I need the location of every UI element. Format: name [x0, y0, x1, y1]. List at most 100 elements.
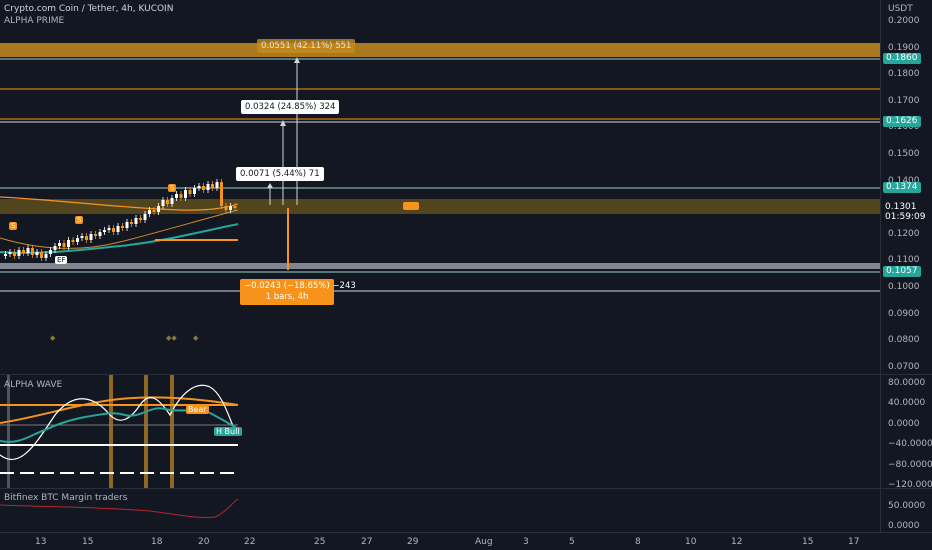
- time-label: 18: [151, 537, 163, 547]
- time-label: 27: [361, 537, 373, 547]
- margin-traders-title[interactable]: Bitfinex BTC Margin traders: [4, 493, 127, 503]
- target-2-label: 0.0324 (24.85%) 324: [241, 100, 340, 114]
- level-badge: 0.1860: [883, 53, 921, 64]
- level-badge: 0.1626: [883, 116, 921, 127]
- hbull-label: H Bull: [214, 427, 242, 436]
- alpha-wave-pane[interactable]: ALPHA WAVE Bear H Bull: [0, 375, 880, 488]
- candle-body: [143, 214, 147, 220]
- candle-body: [148, 210, 151, 214]
- candle-body: [134, 218, 138, 224]
- sell-marker: S: [75, 216, 84, 224]
- alpha-wave-title[interactable]: ALPHA WAVE: [4, 380, 62, 390]
- candle-body: [44, 254, 48, 258]
- alpha-wave-canvas[interactable]: [0, 375, 880, 488]
- margin-traders-pane[interactable]: Bitfinex BTC Margin traders: [0, 489, 880, 532]
- stop-loss-box: −0.0243 (−18.65%) −243 1 bars, 4h: [240, 279, 356, 305]
- candle-body: [40, 252, 43, 258]
- candle-body: [8, 252, 12, 254]
- price-chart-canvas[interactable]: ◆ ◆◆ ◆: [0, 0, 880, 374]
- candle-body: [197, 186, 201, 188]
- oscillator-tick: −40.0000: [888, 439, 932, 449]
- diamond-marker: ◆: [193, 334, 199, 342]
- countdown-timer: 01:59:09: [885, 212, 926, 222]
- candle-body: [211, 184, 214, 188]
- candle-body: [202, 186, 205, 190]
- white-wave-line: [0, 384, 239, 461]
- stop-bars-label: 1 bars, 4h: [265, 292, 309, 302]
- time-axis-separator: [0, 532, 932, 533]
- candle-body: [233, 206, 237, 208]
- candle-body: [206, 184, 210, 190]
- current-price-value: 0.1301: [885, 202, 917, 212]
- candle-body: [76, 238, 79, 242]
- price-tick: 0.2000: [888, 16, 920, 26]
- candle-body: [170, 198, 174, 204]
- time-label: 3: [523, 537, 529, 547]
- time-label: 29: [407, 537, 419, 547]
- margin-tick: 0.0000: [888, 521, 920, 531]
- candle-body: [98, 232, 102, 236]
- candle-body: [193, 188, 196, 194]
- candle-body: [121, 226, 124, 228]
- candle-body: [80, 236, 84, 238]
- candle-body: [62, 243, 66, 247]
- price-tick: 0.1100: [888, 255, 920, 266]
- time-label: 10: [685, 537, 697, 547]
- time-label: Aug: [475, 537, 493, 547]
- candle-body: [35, 252, 39, 255]
- time-label: 12: [731, 537, 743, 547]
- candle-body: [4, 254, 7, 256]
- ef-marker: EF: [55, 256, 68, 264]
- time-label: 8: [635, 537, 641, 547]
- level-badge: 0.1057: [883, 266, 921, 277]
- indicator-title[interactable]: ALPHA PRIME: [4, 16, 64, 26]
- candle-body: [103, 230, 106, 232]
- candle-body: [116, 226, 120, 232]
- entry-zone-band: [0, 199, 880, 214]
- candle-body: [125, 222, 129, 228]
- candle-body: [157, 206, 160, 212]
- highlight-bar: [109, 375, 113, 488]
- price-pane[interactable]: ◆ ◆◆ ◆ Crypto.com Coin / Tether, 4h, KUC…: [0, 0, 880, 374]
- arrow-head-2: [280, 120, 286, 126]
- price-tick: 0.1700: [888, 95, 920, 106]
- price-tick: 0.0900: [888, 308, 920, 319]
- time-label: 20: [198, 537, 210, 547]
- oscillator-tick: −120.0000: [888, 480, 932, 490]
- candle-body: [107, 228, 111, 230]
- margin-tick: 50.0000: [888, 501, 926, 511]
- symbol-title[interactable]: Crypto.com Coin / Tether, 4h, KUCOIN: [4, 4, 173, 14]
- bear-label: Bear: [186, 405, 209, 414]
- candle-body: [112, 228, 115, 232]
- arrow-head-1: [267, 183, 273, 188]
- candle-body: [188, 190, 192, 194]
- time-label: 13: [35, 537, 47, 547]
- highlight-bar: [144, 375, 148, 488]
- candle-body: [229, 206, 232, 210]
- arrow-head-3: [294, 57, 300, 63]
- price-tick: 0.1200: [888, 228, 920, 239]
- candle-body: [152, 210, 156, 212]
- candle-body: [215, 182, 219, 188]
- time-label: 22: [244, 537, 256, 547]
- level-badge: 0.1374: [883, 182, 921, 193]
- oscillator-tick: 80.0000: [888, 378, 926, 388]
- oscillator-tick: 40.0000: [888, 398, 926, 408]
- candle-body: [139, 218, 142, 220]
- candle-body: [71, 240, 75, 242]
- margin-traders-canvas[interactable]: [0, 489, 880, 532]
- stop-value-label: −0.0243 (−18.65%) −243: [244, 281, 356, 291]
- highlight-bar: [170, 375, 174, 488]
- entry-flag[interactable]: [403, 202, 419, 210]
- target-1-label: 0.0071 (5.44%) 71: [236, 167, 324, 181]
- price-tick: 0.1800: [888, 69, 920, 80]
- highlight-bar: [7, 375, 10, 488]
- candle-body: [94, 234, 97, 236]
- price-tick: 0.1000: [888, 282, 920, 292]
- candle-body: [22, 250, 25, 253]
- candle-body: [58, 243, 61, 246]
- candle-body: [130, 222, 133, 224]
- candle-body: [31, 248, 34, 255]
- currency-label[interactable]: USDT: [888, 4, 913, 15]
- diamond-marker: ◆: [50, 334, 56, 342]
